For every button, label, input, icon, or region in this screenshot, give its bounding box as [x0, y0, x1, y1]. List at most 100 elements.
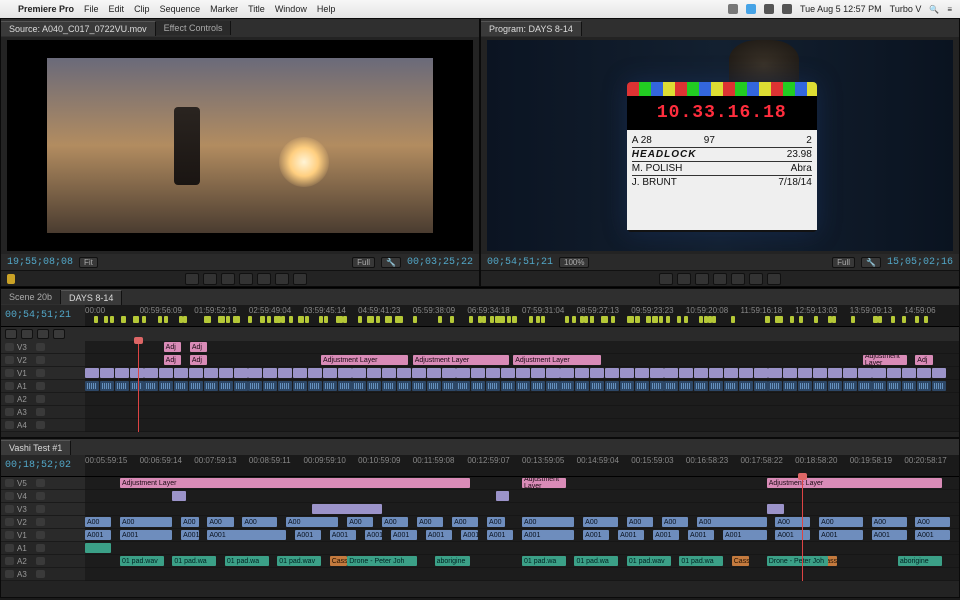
clip[interactable]	[590, 381, 604, 391]
clip[interactable]	[263, 368, 277, 378]
clip[interactable]	[144, 381, 158, 391]
clip[interactable]: A001	[207, 530, 286, 540]
step-back-button[interactable]	[695, 273, 709, 285]
clip[interactable]: Adj	[164, 355, 181, 365]
clip[interactable]: Adjustment Layer	[120, 478, 470, 488]
clip[interactable]	[172, 491, 185, 501]
clip[interactable]: A00	[522, 517, 574, 527]
clip[interactable]	[679, 368, 693, 378]
track-header-v2[interactable]: V2	[1, 354, 85, 367]
clip[interactable]	[887, 381, 901, 391]
clip[interactable]: A001	[618, 530, 644, 540]
clip[interactable]	[308, 381, 322, 391]
timeline2-ruler[interactable]: 00:05:59:1500:06:59:1400:07:59:1300:08:5…	[85, 455, 959, 476]
clip[interactable]: A001	[775, 530, 810, 540]
play-button[interactable]	[713, 273, 727, 285]
clip[interactable]	[486, 381, 500, 391]
clip[interactable]	[560, 381, 574, 391]
clip[interactable]	[767, 504, 784, 514]
clip[interactable]: A00	[286, 517, 338, 527]
clip[interactable]	[858, 381, 872, 391]
clip[interactable]: A001	[181, 530, 198, 540]
clip[interactable]	[338, 368, 352, 378]
mute-icon[interactable]	[36, 544, 45, 552]
clip[interactable]	[248, 381, 262, 391]
lock-icon[interactable]	[5, 570, 14, 578]
clip[interactable]: A00	[872, 517, 907, 527]
clip[interactable]: A00	[242, 517, 277, 527]
clip[interactable]	[650, 381, 664, 391]
clip[interactable]: A00	[382, 517, 408, 527]
clip[interactable]	[531, 381, 545, 391]
clip[interactable]	[932, 368, 946, 378]
track-header-a1[interactable]: A1	[1, 380, 85, 393]
clip[interactable]: 01 pad.wa	[225, 556, 269, 566]
mark-in-button[interactable]	[659, 273, 673, 285]
clip[interactable]	[352, 368, 366, 378]
lock-icon[interactable]	[5, 408, 14, 416]
clip[interactable]	[501, 368, 515, 378]
clip[interactable]	[650, 368, 664, 378]
clip[interactable]	[312, 504, 382, 514]
clip[interactable]	[783, 368, 797, 378]
track-header-v3[interactable]: V3	[1, 503, 85, 516]
clip[interactable]	[367, 368, 381, 378]
clip[interactable]	[872, 368, 886, 378]
resolution-menu[interactable]: Full	[352, 257, 375, 268]
program-viewer[interactable]: 10.33.16.18 A 28972 HEADLOCK23.98 M. POL…	[487, 40, 953, 251]
eye-icon[interactable]	[36, 343, 45, 351]
menu-window[interactable]: Window	[275, 4, 307, 14]
snap-icon[interactable]	[5, 329, 17, 339]
clip[interactable]	[85, 381, 99, 391]
mute-icon[interactable]	[36, 421, 45, 429]
resolution-menu[interactable]: Full	[832, 257, 855, 268]
lock-icon[interactable]	[5, 544, 14, 552]
mark-out-button[interactable]	[203, 273, 217, 285]
clip[interactable]	[902, 381, 916, 391]
clip[interactable]: A001	[522, 530, 574, 540]
clip[interactable]	[694, 368, 708, 378]
clip[interactable]	[694, 381, 708, 391]
clip[interactable]: Adjustment Layer	[413, 355, 509, 365]
clip[interactable]: A001	[723, 530, 767, 540]
clip[interactable]: A00	[662, 517, 688, 527]
mute-icon[interactable]	[36, 382, 45, 390]
clip[interactable]	[917, 368, 931, 378]
clip[interactable]: A001	[85, 530, 111, 540]
clip[interactable]: A00	[775, 517, 810, 527]
eye-icon[interactable]	[36, 492, 45, 500]
source-viewer[interactable]	[7, 40, 473, 251]
clip[interactable]	[427, 368, 441, 378]
clip[interactable]	[709, 368, 723, 378]
clip[interactable]	[575, 368, 589, 378]
clip[interactable]	[590, 368, 604, 378]
clip[interactable]	[754, 368, 768, 378]
wrench-icon[interactable]: 🔧	[381, 257, 401, 268]
clip[interactable]	[442, 368, 456, 378]
markers-icon[interactable]	[37, 329, 49, 339]
menu-title[interactable]: Title	[248, 4, 265, 14]
zoom-menu[interactable]: 100%	[559, 257, 589, 268]
menu-marker[interactable]: Marker	[210, 4, 238, 14]
clip[interactable]: 01 pad.wa	[522, 556, 566, 566]
clip[interactable]	[397, 381, 411, 391]
clip[interactable]: Cassett	[330, 556, 347, 566]
clip[interactable]	[219, 381, 233, 391]
cloud-icon[interactable]	[746, 4, 756, 14]
track-header-v5[interactable]: V5	[1, 477, 85, 490]
clip[interactable]: 01 pad.wav	[277, 556, 321, 566]
clip[interactable]: Adj	[190, 355, 207, 365]
timeline2-content[interactable]: Adjustment LayerAdjustment LayerAdjustme…	[85, 477, 959, 581]
clip[interactable]	[813, 381, 827, 391]
notifications-icon[interactable]: ≡	[947, 5, 952, 14]
clip[interactable]: A00	[697, 517, 767, 527]
clip[interactable]	[635, 368, 649, 378]
step-forward-button[interactable]	[731, 273, 745, 285]
clip[interactable]	[248, 368, 262, 378]
clip[interactable]: A00	[207, 517, 233, 527]
clip[interactable]	[159, 368, 173, 378]
clip[interactable]: A001	[583, 530, 609, 540]
clip[interactable]	[575, 381, 589, 391]
clip[interactable]: Adj	[164, 342, 181, 352]
clip[interactable]	[323, 381, 337, 391]
